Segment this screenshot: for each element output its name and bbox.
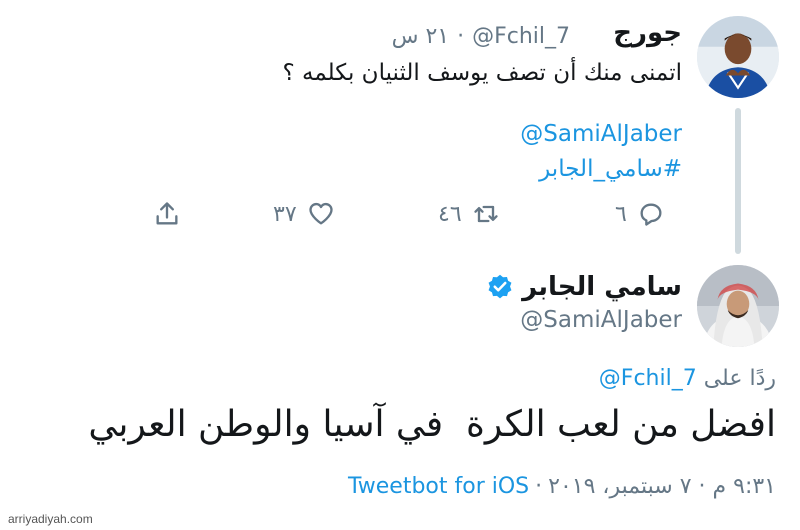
separator-dot: · xyxy=(535,474,543,499)
parent-mention-link[interactable]: @SamiAlJaber xyxy=(520,121,682,147)
watermark: arriyadiyah.com xyxy=(8,512,93,526)
parent-display-name[interactable]: جورج xyxy=(613,18,682,48)
reply-icon xyxy=(640,203,662,226)
parent-time[interactable]: ٢١ س xyxy=(392,24,450,49)
tweet-footer: Tweetbot for iOS · ٩:٣١ م · ٧ سبتمبر، ٢٠١٩ xyxy=(348,474,776,499)
reply-tweet-text: افضل من لعب الكرة في آسيا والوطن العربي xyxy=(88,404,776,445)
replying-to: ردًا على @Fchil_7 xyxy=(599,366,776,391)
reply-count: ٦ xyxy=(615,201,627,227)
reply-display-name[interactable]: سامي الجابر xyxy=(522,272,682,302)
reply-display-name-row: سامي الجابر xyxy=(486,272,682,302)
separator-dot: · xyxy=(457,24,465,49)
verified-badge-icon xyxy=(488,274,512,299)
heart-icon xyxy=(308,202,333,225)
share-action[interactable] xyxy=(153,200,181,228)
retweet-count: ٤٦ xyxy=(438,201,462,227)
timestamp[interactable]: ٩:٣١ م · ٧ سبتمبر، ٢٠١٩ xyxy=(548,474,776,499)
share-icon xyxy=(156,202,178,225)
like-action[interactable]: ٣٧ xyxy=(273,200,335,228)
thread-connector xyxy=(735,108,741,254)
retweet-action[interactable]: ٤٦ xyxy=(438,200,500,228)
retweet-icon xyxy=(473,205,498,223)
reply-handle[interactable]: @SamiAlJaber xyxy=(520,307,682,333)
replying-to-link[interactable]: @Fchil_7 xyxy=(599,366,697,391)
like-count: ٣٧ xyxy=(273,201,297,227)
source-link[interactable]: Tweetbot for iOS xyxy=(348,474,529,499)
reply-action[interactable]: ٦ xyxy=(615,200,665,228)
avatar[interactable] xyxy=(697,265,779,347)
parent-handle[interactable]: @Fchil_7 xyxy=(472,24,570,49)
parent-hashtag-link[interactable]: #سامي_الجابر xyxy=(539,156,682,182)
parent-meta: ٢١ س · @Fchil_7 xyxy=(392,24,570,49)
parent-tweet-text: اتمنى منك أن تصف يوسف الثنيان بكلمه ؟ xyxy=(282,60,683,86)
avatar[interactable] xyxy=(697,16,779,98)
replying-prefix: ردًا على xyxy=(703,366,776,391)
